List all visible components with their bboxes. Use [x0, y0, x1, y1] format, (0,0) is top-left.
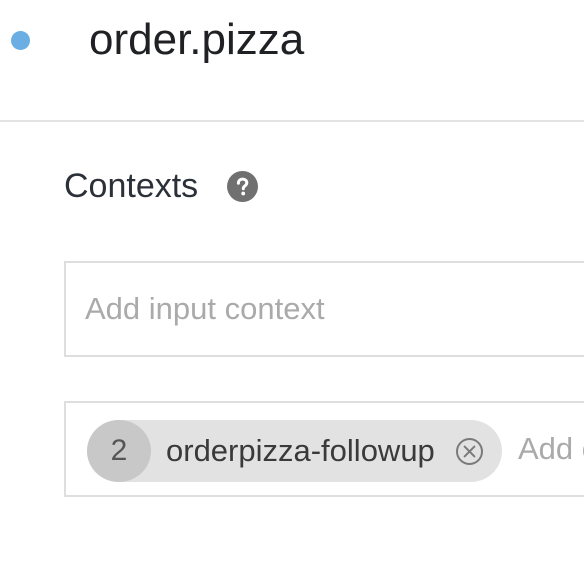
intent-editor: order.pizza Contexts 2 orderpizza-follow… — [0, 0, 584, 570]
output-context-chip[interactable]: 2 orderpizza-followup — [87, 420, 502, 482]
context-lifespan-badge[interactable]: 2 — [87, 420, 151, 482]
intent-header: order.pizza — [0, 0, 584, 122]
status-dot — [11, 31, 30, 50]
contexts-section-title: Contexts — [64, 167, 199, 205]
output-context-name: orderpizza-followup — [166, 433, 435, 468]
intent-name-title[interactable]: order.pizza — [89, 12, 304, 68]
output-context-box: 2 orderpizza-followup — [64, 401, 584, 497]
input-context-field[interactable] — [85, 289, 584, 329]
question-circle-icon[interactable] — [227, 171, 258, 202]
input-context-box — [64, 261, 584, 357]
output-context-field[interactable] — [518, 429, 584, 469]
close-circle-icon[interactable] — [455, 437, 484, 466]
